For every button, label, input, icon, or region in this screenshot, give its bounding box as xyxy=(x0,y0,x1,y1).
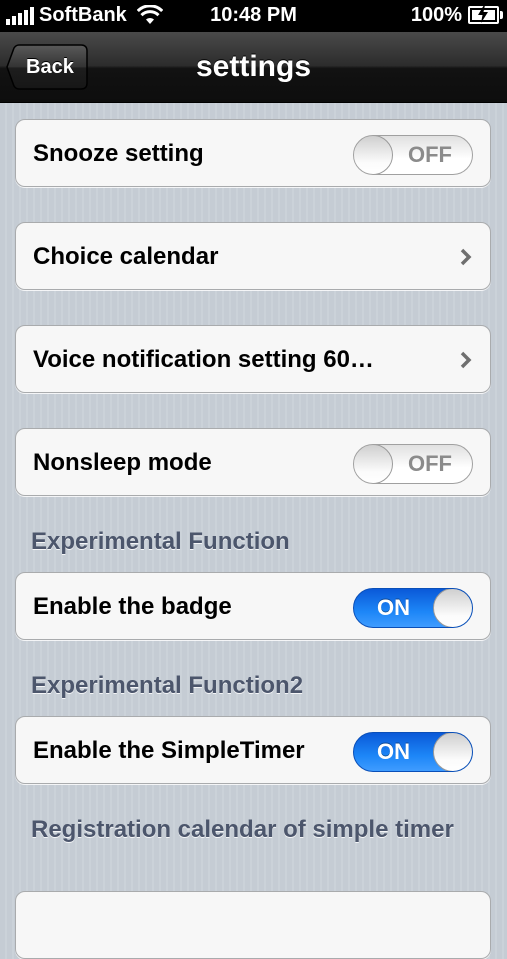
chevron-right-icon xyxy=(460,351,472,369)
section-header-experimental2: Experimental Function2 xyxy=(31,672,304,699)
toggle-knob xyxy=(354,136,393,174)
snooze-setting-label: Snooze setting xyxy=(33,140,204,167)
badge-toggle-state: ON xyxy=(377,595,410,620)
simpletimer-toggle[interactable]: ON xyxy=(353,732,473,772)
battery-percent: 100% xyxy=(410,4,462,26)
snooze-toggle-state: OFF xyxy=(408,142,452,167)
choice-calendar-label: Choice calendar xyxy=(33,243,219,270)
nonsleep-mode-label: Nonsleep mode xyxy=(33,449,212,476)
section-header-experimental: Experimental Function xyxy=(31,528,290,555)
enable-badge-cell: Enable the badge ON xyxy=(15,572,491,640)
chevron-right-icon xyxy=(460,248,472,266)
registration-calendar-cell[interactable] xyxy=(15,891,491,959)
enable-badge-label: Enable the badge xyxy=(33,593,232,620)
battery-icon xyxy=(468,5,503,24)
charging-bolt-icon xyxy=(478,5,488,23)
toggle-knob xyxy=(433,589,472,627)
choice-calendar-cell[interactable]: Choice calendar xyxy=(15,222,491,290)
enable-simpletimer-cell: Enable the SimpleTimer ON xyxy=(15,716,491,784)
voice-notification-cell[interactable]: Voice notification setting 60… xyxy=(15,325,491,393)
status-right: 100% xyxy=(410,4,503,26)
page-title: settings xyxy=(195,50,312,83)
nonsleep-mode-cell: Nonsleep mode OFF xyxy=(15,428,491,496)
section-header-registration: Registration calendar of simple timer xyxy=(31,816,454,843)
snooze-setting-cell: Snooze setting OFF xyxy=(15,119,491,187)
badge-toggle[interactable]: ON xyxy=(353,588,473,628)
toggle-knob xyxy=(354,445,393,483)
status-bar: SoftBank 10:48 PM 100% xyxy=(0,0,507,32)
simpletimer-toggle-state: ON xyxy=(377,739,410,764)
nonsleep-toggle[interactable]: OFF xyxy=(353,444,473,484)
enable-simpletimer-label: Enable the SimpleTimer xyxy=(33,737,305,764)
voice-notification-label: Voice notification setting 60… xyxy=(33,346,374,373)
snooze-toggle[interactable]: OFF xyxy=(353,135,473,175)
navigation-bar: Back settings xyxy=(0,32,507,103)
toggle-knob xyxy=(433,733,472,771)
nonsleep-toggle-state: OFF xyxy=(408,451,452,476)
